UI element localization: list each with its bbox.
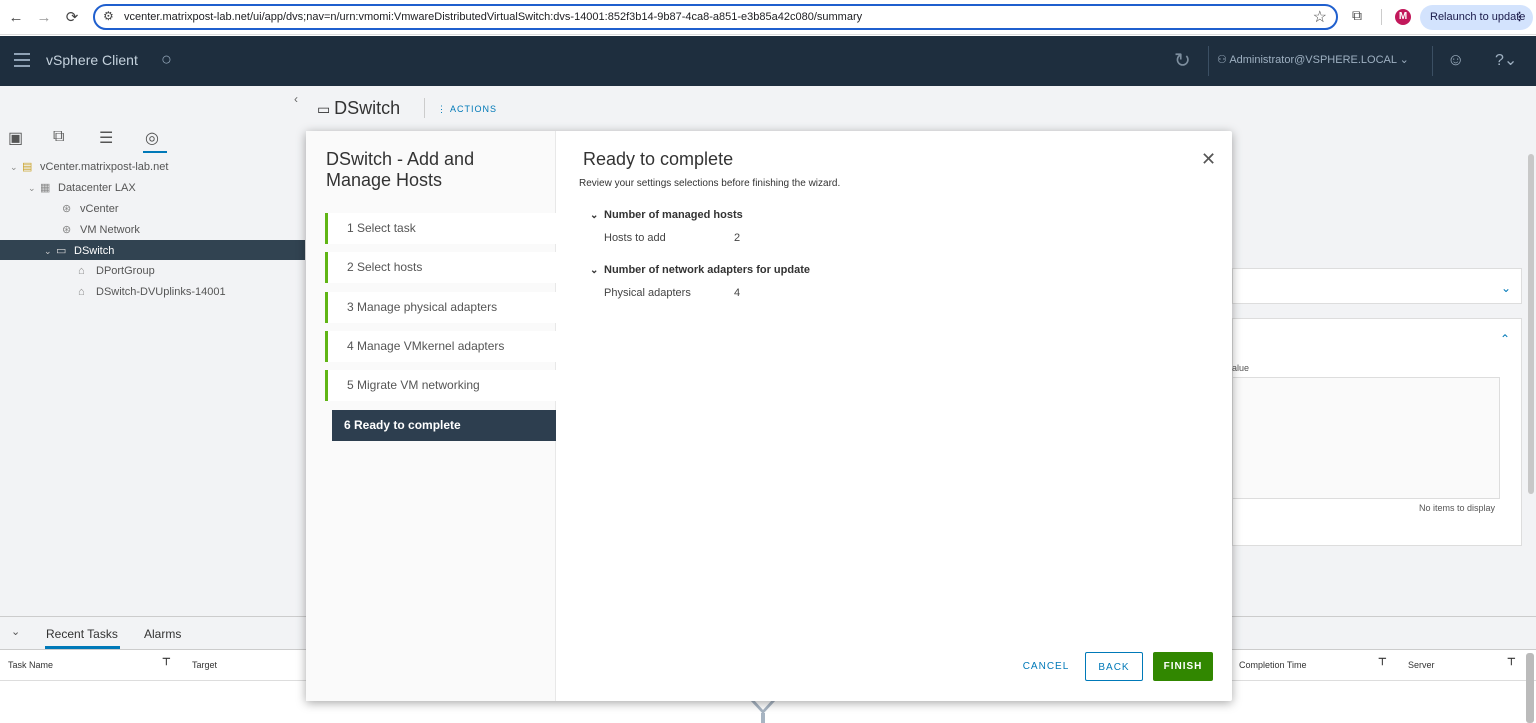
- wizard-step-manage-vmkernel-adapters[interactable]: 4 Manage VMkernel adapters: [325, 331, 556, 362]
- wizard-step-ready-to-complete[interactable]: 6 Ready to complete: [332, 410, 556, 441]
- header-divider: [1208, 46, 1209, 76]
- back-button[interactable]: BACK: [1085, 652, 1143, 681]
- back-arrow-icon[interactable]: ←: [5, 6, 27, 28]
- user-icon: ⚇: [1217, 54, 1230, 66]
- section-title: Number of network adapters for update: [604, 264, 810, 276]
- summary-row: Physical adapters 4: [604, 287, 740, 299]
- user-menu[interactable]: ⚇ Administrator@VSPHERE.LOCAL ⌄: [1217, 53, 1409, 66]
- search-icon[interactable]: ○: [161, 49, 172, 70]
- wizard-step-select-hosts[interactable]: 2 Select hosts: [325, 252, 556, 283]
- section-title: Number of managed hosts: [604, 209, 743, 221]
- wizard-step-select-task[interactable]: 1 Select task: [325, 213, 556, 244]
- site-info-icon[interactable]: ⚙: [103, 9, 114, 23]
- toolbar-divider: [1381, 9, 1382, 25]
- summary-key: Physical adapters: [604, 287, 691, 299]
- header-divider: [1432, 46, 1433, 76]
- summary-value: 2: [734, 232, 741, 244]
- refresh-icon[interactable]: ↻: [1174, 48, 1191, 73]
- section-managed-hosts[interactable]: ⌄ Number of managed hosts: [590, 209, 743, 221]
- wizard-content: Ready to complete ✕ Review your settings…: [556, 131, 1232, 701]
- browser-toolbar: ← → ⟳ ⚙ vcenter.matrixpost-lab.net/ui/ap…: [0, 0, 1536, 35]
- address-bar[interactable]: ⚙ vcenter.matrixpost-lab.net/ui/app/dvs;…: [93, 4, 1338, 30]
- wizard-sidebar: DSwitch - Add and Manage Hosts 1 Select …: [306, 131, 556, 701]
- add-manage-hosts-wizard: DSwitch - Add and Manage Hosts 1 Select …: [306, 131, 1232, 701]
- profile-avatar[interactable]: M: [1395, 9, 1411, 25]
- app-header: vSphere Client ○ ↻ ⚇ Administrator@VSPHE…: [0, 36, 1536, 86]
- summary-row: Hosts to add 2: [604, 232, 740, 244]
- finish-button[interactable]: FINISH: [1153, 652, 1213, 681]
- bookmark-star-icon[interactable]: ☆: [1313, 7, 1327, 27]
- more-menu-icon[interactable]: ⋮: [1514, 5, 1525, 30]
- wizard-step-migrate-vm-networking[interactable]: 5 Migrate VM networking: [325, 370, 556, 401]
- forward-arrow-icon[interactable]: →: [33, 6, 55, 28]
- wizard-title: DSwitch - Add and Manage Hosts: [326, 149, 475, 190]
- wizard-step-manage-physical-adapters[interactable]: 3 Manage physical adapters: [325, 292, 556, 323]
- help-icon[interactable]: ?⌄: [1495, 50, 1517, 70]
- chevron-down-icon[interactable]: ⌄: [590, 265, 604, 276]
- feedback-smiley-icon[interactable]: ☺: [1447, 50, 1464, 70]
- hamburger-menu-icon[interactable]: [14, 53, 30, 67]
- step-heading: Ready to complete: [583, 149, 734, 169]
- section-network-adapters[interactable]: ⌄ Number of network adapters for update: [590, 264, 810, 276]
- extensions-icon[interactable]: ⧉: [1352, 7, 1362, 24]
- relaunch-label: Relaunch to update: [1430, 11, 1526, 23]
- relaunch-button[interactable]: Relaunch to update ⋮: [1420, 5, 1533, 30]
- chevron-down-icon[interactable]: ⌄: [590, 210, 604, 221]
- chevron-down-icon: ⌄: [1396, 54, 1409, 66]
- close-icon[interactable]: ✕: [1201, 149, 1216, 170]
- cancel-button[interactable]: CANCEL: [1018, 652, 1074, 681]
- reload-icon[interactable]: ⟳: [61, 6, 83, 28]
- step-subtitle: Review your settings selections before f…: [579, 178, 841, 189]
- summary-value: 4: [734, 287, 741, 299]
- user-name: Administrator@VSPHERE.LOCAL: [1229, 54, 1397, 66]
- url-text[interactable]: vcenter.matrixpost-lab.net/ui/app/dvs;na…: [124, 11, 862, 23]
- app-name[interactable]: vSphere Client: [46, 52, 138, 68]
- summary-key: Hosts to add: [604, 232, 666, 244]
